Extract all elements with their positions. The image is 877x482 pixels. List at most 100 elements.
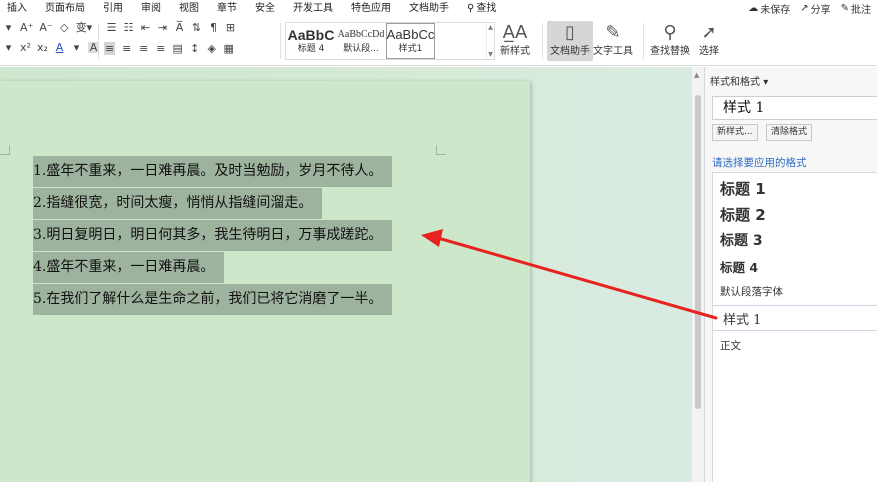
bullet-list-icon[interactable]: ☰ — [106, 22, 117, 33]
document-canvas: 1.盛年不重来，一日难再晨。及时当勉励，岁月不待人。 2.指缝很宽，时间太瘦，悄… — [0, 67, 704, 482]
select-button[interactable]: ➚ 选择 — [699, 21, 719, 61]
gallery-scrollbar[interactable]: ▲ ▼ — [486, 23, 494, 59]
menu-doc-assistant[interactable]: 文档助手 — [400, 0, 458, 17]
font-tools-row2: ▾ x² x₂ A ▾ A — [3, 42, 99, 53]
style-list-item[interactable]: 标题 3↵ — [713, 227, 877, 253]
sort-icon[interactable]: ⇅ — [191, 22, 202, 33]
current-style-field[interactable]: 样式 1 — [712, 96, 877, 120]
comment-label: 批注 — [851, 5, 871, 16]
doc-assistant-button[interactable]: ▯ 文档助手 — [547, 21, 593, 61]
phonetic-icon[interactable]: 变▾ — [76, 22, 93, 33]
subscript-icon[interactable]: x₂ — [37, 42, 48, 53]
grow-font-icon[interactable]: A⁺ — [20, 22, 33, 33]
distribute-icon[interactable]: ▤ — [172, 43, 183, 54]
scroll-thumb[interactable] — [695, 95, 701, 409]
paragraph-tools-row2: ≡ ≡ ≡ ≡ ▤ ↕ ◈ ▦ — [104, 42, 234, 55]
new-style-label: 新样式 — [500, 46, 530, 57]
select-label: 选择 — [699, 46, 719, 57]
share-label: 分享 — [810, 5, 831, 16]
style-list-label: 标题 4 — [720, 259, 759, 275]
document-line-2[interactable]: 2.指缝很宽，时间太瘦，悄悄从指缝间溜走。 — [33, 188, 323, 219]
align-left-icon[interactable]: ≡ — [104, 42, 116, 55]
style-list-item[interactable]: 标题 2↵ — [713, 201, 877, 227]
document-scrollbar[interactable]: ▲ — [691, 67, 704, 482]
line-spacing-icon[interactable]: ↕ — [189, 43, 200, 54]
align-right-icon[interactable]: ≡ — [138, 43, 149, 54]
find-replace-label: 查找替换 — [650, 46, 690, 57]
menu-features[interactable]: 特色应用 — [342, 0, 400, 17]
share-icon: ↗ — [800, 3, 809, 14]
menu-page-layout[interactable]: 页面布局 — [36, 0, 94, 17]
menu-security[interactable]: 安全 — [246, 0, 284, 17]
style-list-label: 标题 3 — [720, 233, 763, 249]
gallery-style-name: 标题 4 — [297, 44, 325, 54]
gallery-style-style1[interactable]: AaBbCc 样式1 — [386, 23, 435, 59]
document-line-4[interactable]: 4.盛年不重来，一日难再晨。 — [33, 252, 225, 283]
panel-title[interactable]: 样式和格式 ▾ — [710, 73, 768, 88]
ribbon-separator — [98, 23, 99, 59]
wrench-icon: ✎ — [605, 22, 621, 43]
superscript-icon[interactable]: x² — [20, 42, 31, 53]
unsaved-status[interactable]: ☁ 未保存 — [748, 1, 790, 16]
style-gallery: AaBbC 标题 4 AaBbCcDd 默认段... AaBbCc 样式1 ▲ … — [285, 22, 495, 60]
style-list-label: 样式 1 — [723, 312, 762, 328]
cursor-icon: ➚ — [701, 22, 717, 43]
document-line-1[interactable]: 1.盛年不重来，一日难再晨。及时当勉励，岁月不待人。 — [33, 156, 393, 187]
chinese-layout-icon[interactable]: A̅ — [174, 22, 185, 33]
justify-icon[interactable]: ≡ — [155, 43, 166, 54]
style-list-item[interactable]: 默认段落字体 — [713, 279, 877, 303]
text-tools-button[interactable]: ✎ 文字工具 — [593, 21, 633, 61]
gallery-style-name: 默认段... — [343, 44, 379, 54]
menu-chapter[interactable]: 章节 — [208, 0, 246, 17]
dropdown-arrow-icon[interactable]: ▾ — [3, 22, 14, 33]
document-line-5[interactable]: 5.在我们了解什么是生命之前，我们已将它消磨了一半。 — [33, 284, 393, 315]
share-button[interactable]: ↗ 分享 — [800, 1, 830, 16]
dropdown-arrow-icon[interactable]: ▾ — [3, 42, 14, 53]
scroll-up-icon[interactable]: ▲ — [694, 71, 699, 79]
menu-search-label: 查找 — [476, 3, 497, 14]
menu-references[interactable]: 引用 — [94, 0, 132, 17]
dropdown-arrow-icon[interactable]: ▾ — [71, 42, 82, 53]
gallery-style-heading4[interactable]: AaBbC 标题 4 — [286, 23, 336, 59]
style-list-item[interactable]: 正文↵ — [713, 333, 877, 357]
increase-indent-icon[interactable]: ⇥ — [157, 22, 168, 33]
menu-insert[interactable]: 插入 — [0, 0, 36, 17]
chevron-down-icon[interactable]: ▼ — [488, 51, 493, 58]
gallery-style-default-paragraph[interactable]: AaBbCcDd 默认段... — [336, 23, 386, 59]
border-icon[interactable]: ▦ — [223, 43, 234, 54]
style-list-item[interactable]: 标题 4↵ — [713, 253, 877, 279]
search-icon: ⚲ — [467, 3, 475, 14]
ribbon-separator — [280, 23, 281, 59]
comment-button[interactable]: ✎ 批注 — [841, 1, 871, 16]
margin-marker — [436, 145, 446, 155]
style-list-item[interactable]: 标题 1↵ — [713, 175, 877, 201]
new-style-panel-button[interactable]: 新样式... — [712, 124, 758, 141]
clear-format-icon[interactable]: ◇ — [59, 22, 70, 33]
shrink-font-icon[interactable]: A⁻ — [39, 22, 52, 33]
menu-search[interactable]: ⚲ 查找 — [458, 0, 505, 17]
apply-format-label: 请选择要应用的格式 — [712, 157, 807, 169]
menu-view[interactable]: 视图 — [170, 0, 208, 17]
find-replace-button[interactable]: ⚲ 查找替换 — [650, 21, 690, 61]
comment-icon: ✎ — [840, 3, 849, 14]
align-center-icon[interactable]: ≡ — [121, 43, 132, 54]
menu-developer[interactable]: 开发工具 — [284, 0, 342, 17]
decrease-indent-icon[interactable]: ⇤ — [140, 22, 151, 33]
text-tools-label: 文字工具 — [593, 46, 633, 57]
menu-review[interactable]: 审阅 — [132, 0, 170, 17]
numbered-list-icon[interactable]: ☷ — [123, 22, 134, 33]
chevron-up-icon[interactable]: ▲ — [488, 24, 493, 31]
table-icon[interactable]: ⊞ — [225, 22, 236, 33]
document-icon: ▯ — [565, 22, 575, 43]
style-list-label: 默认段落字体 — [720, 285, 783, 298]
shading-icon[interactable]: ◈ — [206, 43, 217, 54]
magnifier-icon: ⚲ — [663, 22, 677, 43]
font-color-icon[interactable]: A — [54, 42, 65, 53]
new-style-button[interactable]: A̲A 新样式 — [500, 21, 530, 61]
document-line-3[interactable]: 3.明日复明日，明日何其多，我生待明日，万事成蹉跎。 — [33, 220, 393, 251]
ribbon-separator — [643, 23, 644, 59]
style-list-item-selected[interactable]: 样式 1↵ — [713, 305, 877, 331]
show-marks-icon[interactable]: ¶ — [208, 22, 219, 33]
clear-format-button[interactable]: 清除格式 — [766, 124, 813, 141]
paragraph-tools-row1: ☰ ☷ ⇤ ⇥ A̅ ⇅ ¶ ⊞ — [106, 22, 236, 33]
